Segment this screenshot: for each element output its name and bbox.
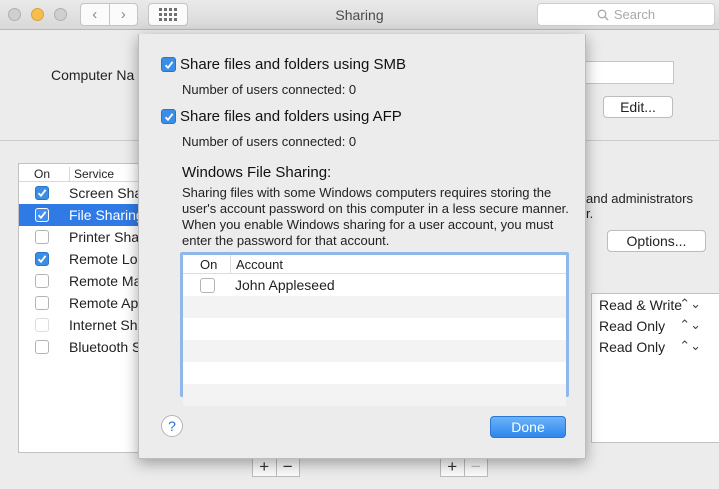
- service-label: Screen Sha: [69, 185, 143, 201]
- add-folder-button[interactable]: +: [253, 457, 276, 476]
- service-label: File Sharing: [69, 207, 144, 223]
- header-on: On: [200, 257, 218, 272]
- service-label: Printer Sha: [69, 229, 140, 245]
- permission-row[interactable]: Read Only ⌃⌄: [592, 315, 719, 336]
- accounts-table-header: On Account: [183, 255, 566, 274]
- info-text: and administrators r.: [586, 191, 693, 221]
- empty-row: [183, 296, 566, 318]
- search-field[interactable]: Search: [537, 3, 715, 26]
- edit-button[interactable]: Edit...: [603, 96, 673, 118]
- service-checkbox[interactable]: [35, 186, 49, 200]
- service-row[interactable]: Remote Ma: [19, 270, 147, 292]
- service-checkbox[interactable]: [35, 318, 49, 332]
- account-row[interactable]: John Appleseed: [183, 274, 566, 296]
- computer-name-label: Computer Na: [51, 67, 135, 83]
- service-row[interactable]: Remote Lo: [19, 248, 147, 270]
- service-row[interactable]: Bluetooth S: [19, 336, 147, 358]
- service-label: Remote Ma: [69, 273, 142, 289]
- service-label: Remote Lo: [69, 251, 138, 267]
- help-button[interactable]: ?: [161, 415, 183, 437]
- info-text-line1: and administrators: [586, 191, 693, 206]
- checkmark-icon: [164, 60, 173, 69]
- account-name: John Appleseed: [235, 277, 335, 293]
- add-user-button[interactable]: +: [441, 457, 464, 476]
- stepper-icon[interactable]: ⌃⌄: [679, 296, 701, 312]
- service-label: Internet Sh: [69, 317, 138, 333]
- service-label: Bluetooth S: [69, 339, 142, 355]
- header-on: On: [34, 167, 51, 181]
- afp-checkbox[interactable]: [161, 109, 176, 124]
- permission-row[interactable]: Read & Write ⌃⌄: [592, 294, 719, 315]
- empty-row: [183, 362, 566, 384]
- permission-label: Read Only: [599, 318, 666, 334]
- remove-user-button[interactable]: −: [463, 457, 488, 476]
- remove-folder-button[interactable]: −: [275, 457, 300, 476]
- checkmark-icon: [37, 211, 47, 220]
- computer-name-field[interactable]: [584, 61, 674, 84]
- search-icon: [597, 9, 609, 20]
- service-row[interactable]: Screen Sha: [19, 182, 147, 204]
- header-service: Service: [69, 167, 114, 181]
- windows-file-sharing-description: Sharing files with some Windows computer…: [182, 185, 569, 248]
- accounts-table: On Account John Appleseed: [180, 252, 569, 406]
- header-account: Account: [230, 255, 283, 274]
- checkmark-icon: [164, 112, 173, 121]
- service-row[interactable]: Remote Ap: [19, 292, 147, 314]
- shared-folders-add-remove: + −: [252, 456, 300, 477]
- service-row[interactable]: Internet Sh: [19, 314, 147, 336]
- smb-label[interactable]: Share files and folders using SMB: [180, 56, 406, 73]
- smb-checkbox[interactable]: [161, 57, 176, 72]
- permission-label: Read Only: [599, 339, 666, 355]
- service-label: Remote Ap: [69, 295, 139, 311]
- service-checkbox[interactable]: [35, 252, 49, 266]
- service-checkbox[interactable]: [35, 274, 49, 288]
- services-header: On Service: [19, 164, 147, 182]
- empty-row: [183, 340, 566, 362]
- empty-row: [183, 384, 566, 406]
- services-list: On Service Screen Sha File Sharing Printer…: [18, 163, 148, 453]
- permission-label: Read & Write: [599, 297, 682, 313]
- account-checkbox[interactable]: [200, 278, 215, 293]
- title-bar: ‹ › Sharing Search: [0, 0, 719, 30]
- service-checkbox[interactable]: [35, 208, 49, 222]
- empty-row: [183, 318, 566, 340]
- options-button[interactable]: Options...: [607, 230, 706, 252]
- users-add-remove: + −: [440, 456, 488, 477]
- service-checkbox[interactable]: [35, 230, 49, 244]
- afp-users-connected: Number of users connected: 0: [182, 134, 357, 149]
- checkmark-icon: [37, 189, 47, 198]
- stepper-icon[interactable]: ⌃⌄: [679, 338, 701, 354]
- service-row[interactable]: File Sharing: [19, 204, 147, 226]
- windows-file-sharing-title: Windows File Sharing:: [182, 164, 332, 181]
- info-text-line2: r.: [586, 206, 594, 221]
- service-row[interactable]: Printer Sha: [19, 226, 147, 248]
- afp-label[interactable]: Share files and folders using AFP: [180, 108, 402, 125]
- service-checkbox[interactable]: [35, 340, 49, 354]
- stepper-icon[interactable]: ⌃⌄: [679, 317, 701, 333]
- search-placeholder: Search: [613, 7, 656, 22]
- smb-options-sheet: Share files and folders using SMB Number…: [138, 34, 586, 459]
- permissions-list: Read & Write ⌃⌄ Read Only ⌃⌄ Read Only ⌃⌄: [591, 293, 719, 443]
- permission-row[interactable]: Read Only ⌃⌄: [592, 336, 719, 357]
- smb-users-connected: Number of users connected: 0: [182, 82, 357, 97]
- service-checkbox[interactable]: [35, 296, 49, 310]
- done-button[interactable]: Done: [490, 416, 566, 438]
- checkmark-icon: [37, 255, 47, 264]
